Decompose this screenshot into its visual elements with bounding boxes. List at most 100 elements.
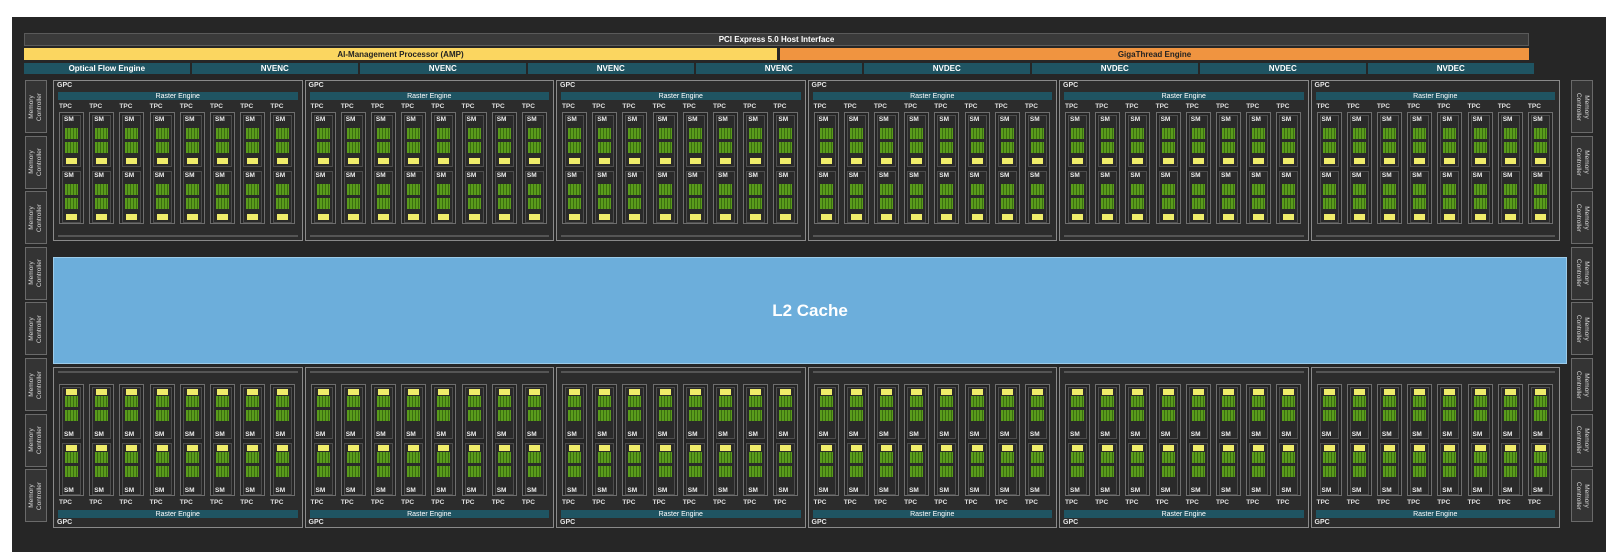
cuda-cores	[940, 128, 954, 139]
tensor-core	[186, 445, 198, 451]
memory-controller: Memory Controller	[25, 191, 47, 245]
gpc-interconnect	[561, 235, 801, 237]
tpc-label: TPC	[1376, 499, 1390, 506]
sm: SM	[1219, 387, 1238, 439]
tensor-core	[1132, 389, 1144, 395]
cuda-cores	[779, 410, 793, 421]
cuda-cores	[497, 466, 511, 477]
cuda-cores	[467, 184, 481, 195]
sm: SM	[1128, 387, 1148, 439]
sm: SM	[122, 387, 142, 439]
sm-label: SM	[1100, 172, 1110, 179]
cuda-cores	[849, 184, 863, 195]
memory-controller-label: Memory Controller	[1575, 426, 1590, 455]
raster-engine: Raster Engine	[1315, 92, 1555, 100]
sm: SM	[685, 387, 705, 439]
cuda-cores	[316, 396, 330, 407]
tpc-label: TPC	[1155, 499, 1169, 506]
cuda-cores	[1131, 128, 1145, 139]
sm: SM	[343, 171, 363, 223]
tensor-core	[1001, 158, 1013, 164]
cuda-cores	[276, 198, 290, 209]
tpc: SM SM	[1125, 384, 1151, 496]
sm: SM	[1440, 443, 1460, 495]
sm: SM	[152, 443, 172, 495]
cuda-cores	[65, 396, 78, 407]
sm-label: SM	[718, 431, 728, 438]
tensor-core	[1001, 445, 1013, 451]
tensor-core	[1031, 445, 1043, 451]
sm-label: SM	[778, 116, 789, 123]
sm-label: SM	[627, 172, 638, 179]
sm-label: SM	[406, 116, 416, 123]
sm-label: SM	[1472, 172, 1483, 179]
tensor-core	[659, 389, 671, 395]
cuda-cores	[970, 184, 984, 195]
tensor-core	[1162, 445, 1174, 451]
tpc: SM SM	[491, 112, 517, 224]
sm: SM	[846, 171, 866, 223]
sm-label: SM	[124, 431, 135, 438]
cuda-cores	[437, 466, 451, 477]
tpc-label: TPC	[340, 499, 354, 506]
sm: SM	[1027, 387, 1047, 439]
sm-label: SM	[1160, 487, 1171, 494]
tpc: SM SM	[1316, 112, 1342, 224]
sm-label: SM	[1412, 487, 1422, 494]
sm-label: SM	[1100, 431, 1110, 438]
cuda-cores	[879, 410, 893, 421]
memory-controller: Memory Controller	[25, 302, 47, 356]
gpc-label: GPC	[811, 82, 827, 89]
cuda-cores	[779, 466, 793, 477]
tpc: SM SM	[89, 112, 115, 224]
sm: SM	[243, 115, 263, 167]
sm: SM	[997, 115, 1017, 167]
sm: SM	[1027, 443, 1047, 495]
tensor-core	[1223, 158, 1234, 164]
sm: SM	[122, 443, 142, 495]
sm: SM	[967, 443, 987, 495]
cuda-cores	[688, 396, 702, 407]
cuda-cores	[437, 142, 451, 153]
tensor-core	[689, 389, 701, 395]
cuda-cores	[527, 198, 541, 209]
sm: SM	[1440, 171, 1460, 223]
cuda-cores	[1473, 184, 1487, 195]
cuda-cores	[65, 128, 78, 139]
tensor-core	[971, 214, 983, 220]
sm: SM	[182, 387, 202, 439]
tensor-core	[659, 214, 671, 220]
cuda-cores	[1252, 410, 1266, 421]
tpc: SM SM	[89, 384, 115, 496]
tpc: SM SM	[270, 112, 296, 224]
tensor-core	[820, 158, 832, 164]
sm-label: SM	[1502, 116, 1513, 123]
sm-label: SM	[1221, 116, 1231, 123]
tensor-core	[1444, 158, 1456, 164]
cuda-cores	[1000, 396, 1014, 407]
cuda-cores	[970, 142, 984, 153]
tpc: SM SM	[310, 384, 336, 496]
sm: SM	[92, 387, 112, 439]
sm: SM	[1068, 387, 1087, 439]
sm: SM	[62, 443, 81, 495]
sm: SM	[967, 171, 987, 223]
sm: SM	[213, 387, 232, 439]
tensor-core	[217, 389, 228, 395]
cuda-cores	[527, 466, 541, 477]
cuda-cores	[65, 410, 78, 421]
tpc: SM SM	[1407, 112, 1433, 224]
tensor-core	[1031, 389, 1043, 395]
tpc: SM SM	[592, 384, 618, 496]
sm-label: SM	[94, 487, 104, 494]
sm-label: SM	[1160, 116, 1171, 123]
tensor-core	[1072, 445, 1083, 451]
sm-label: SM	[526, 116, 537, 123]
sm-label: SM	[939, 487, 950, 494]
tpc-label: TPC	[1246, 103, 1260, 110]
tpc: SM SM	[1467, 112, 1493, 224]
cuda-cores	[346, 466, 360, 477]
sm-label: SM	[345, 431, 356, 438]
tpc-label: TPC	[1024, 103, 1038, 110]
cuda-cores	[910, 410, 924, 421]
